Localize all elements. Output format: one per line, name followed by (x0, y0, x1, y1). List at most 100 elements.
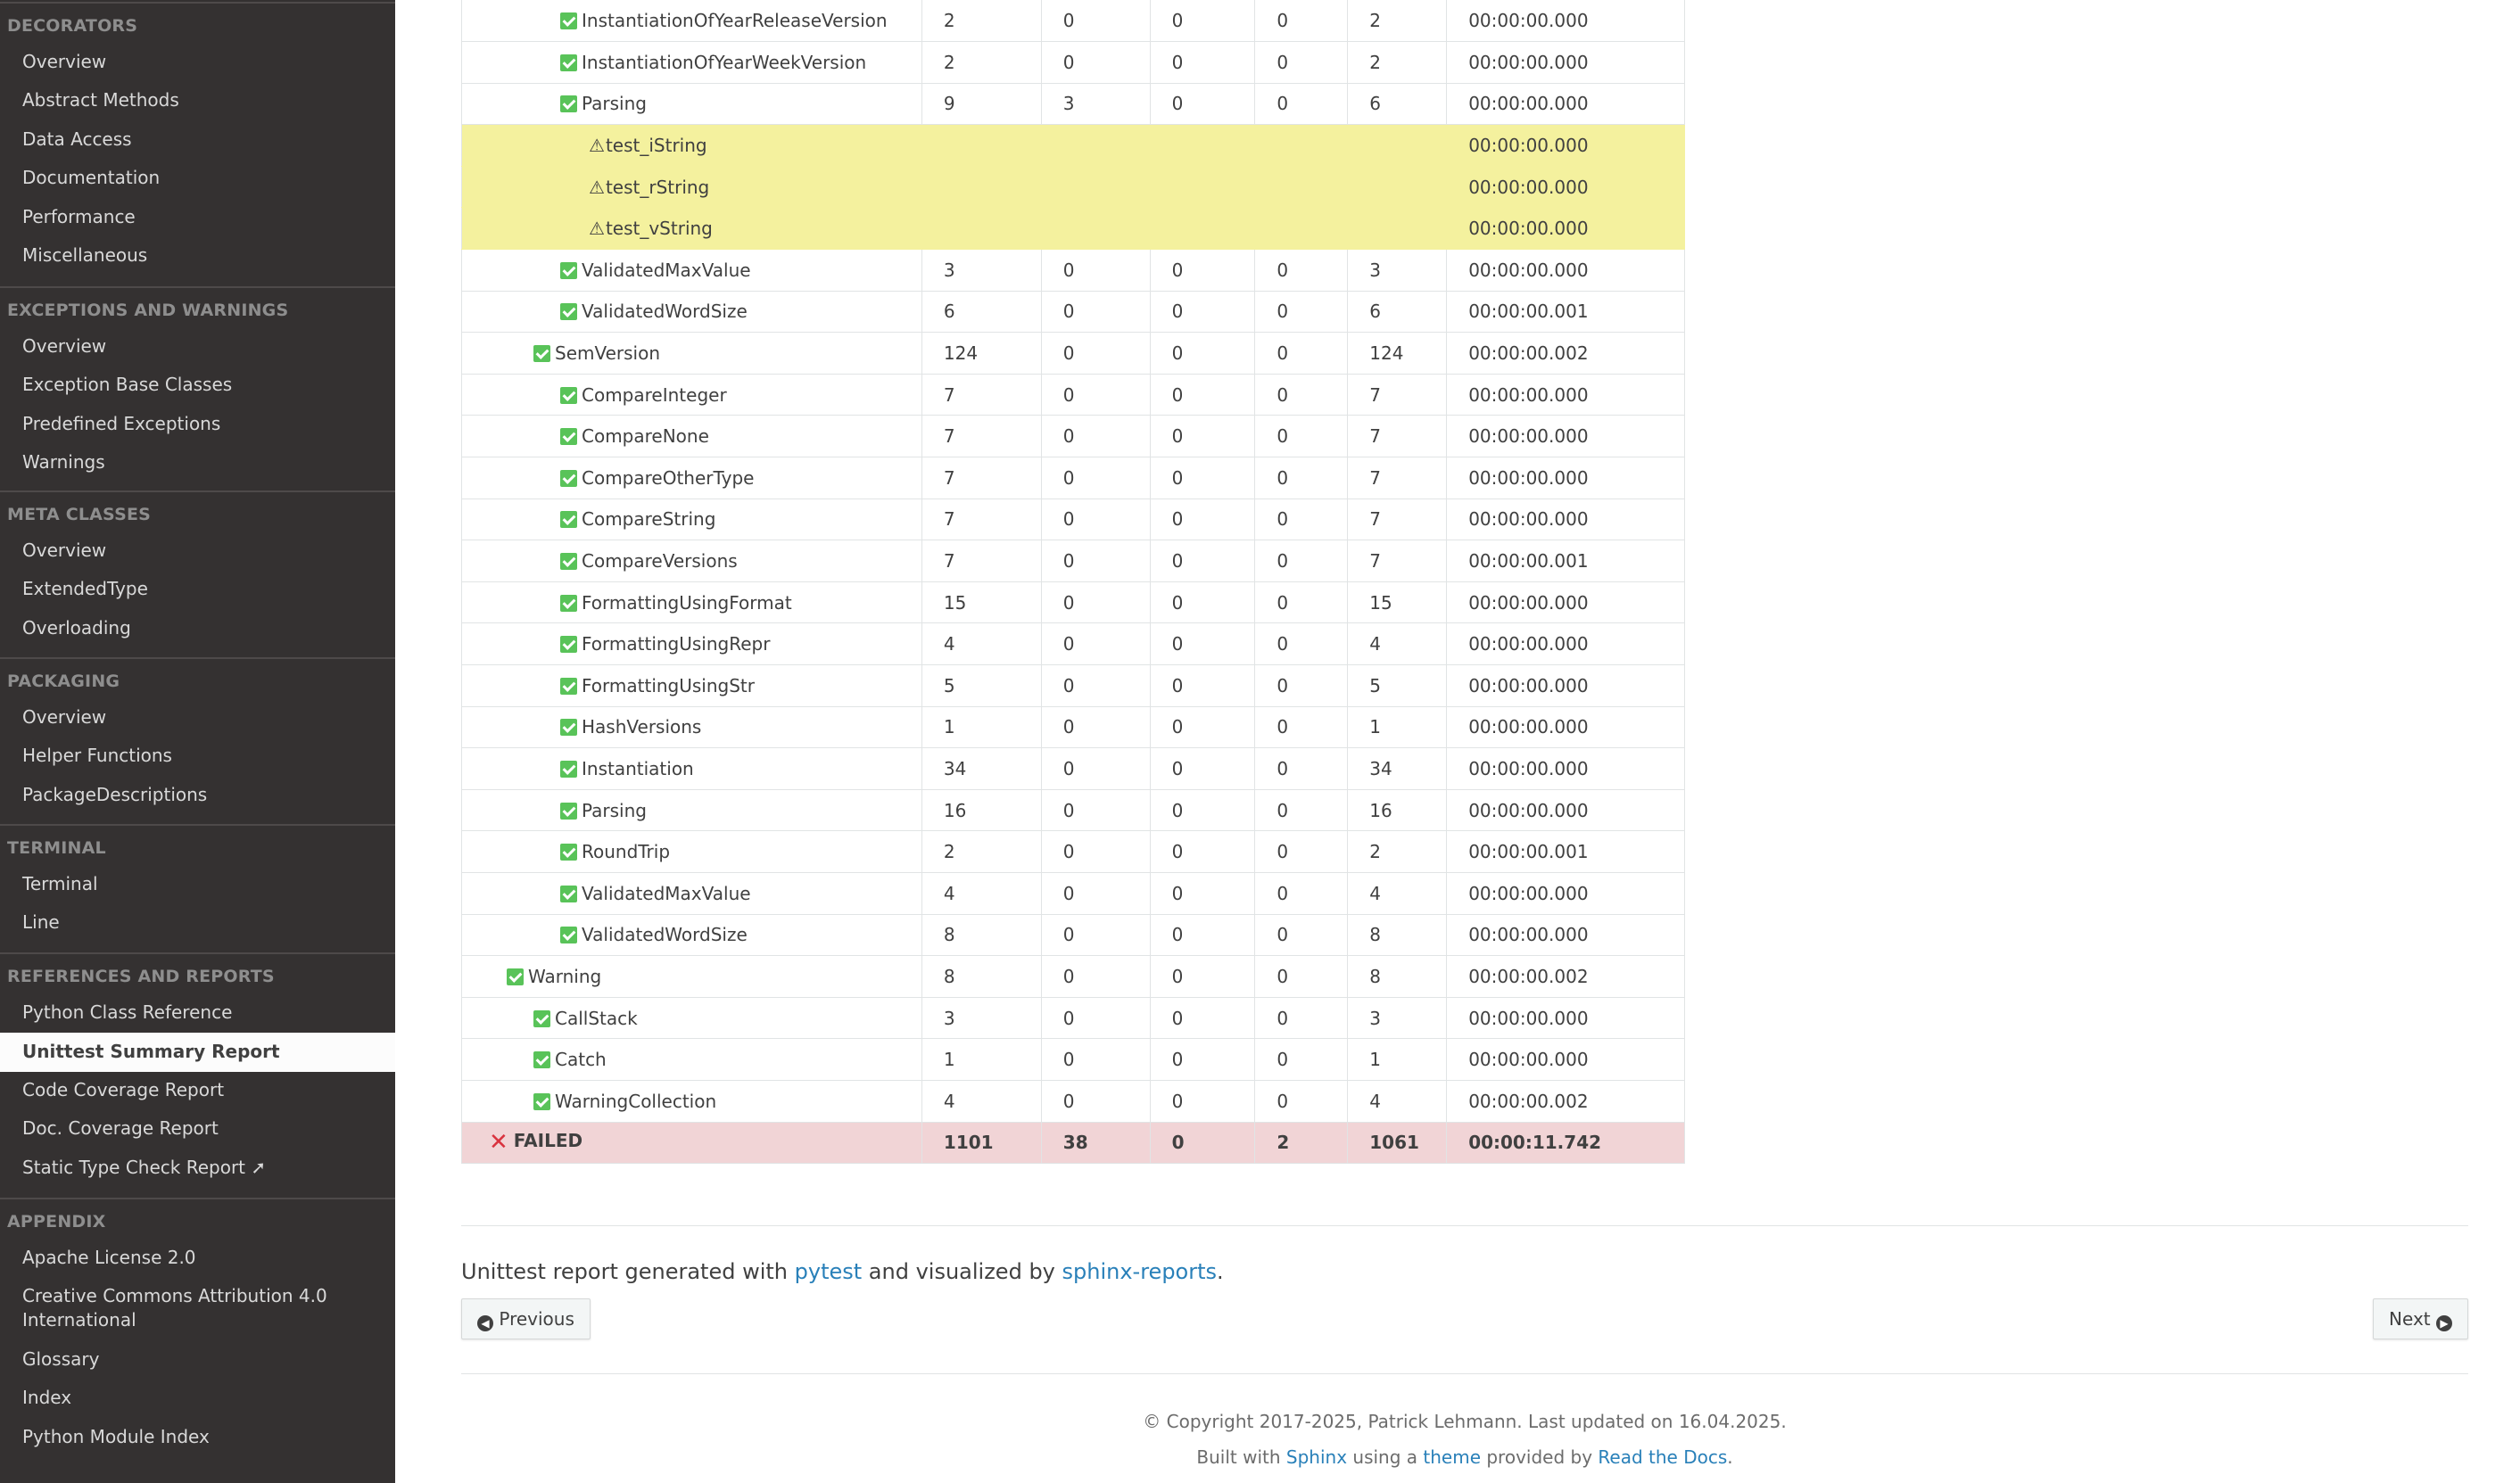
sidebar-item[interactable]: Abstract Methods (22, 88, 388, 112)
failed-cell: 0 (1254, 498, 1349, 541)
passed-cell: 2 (1347, 0, 1448, 43)
errored-cell: 0 (1150, 41, 1256, 84)
errored-cell: 0 (1150, 498, 1256, 541)
testcase-name-cell: FormattingUsingFormat (461, 581, 922, 624)
testcase-name-cell: ValidatedMaxValue (461, 872, 922, 915)
next-button[interactable]: Next ▶ (2373, 1298, 2468, 1339)
errored-cell (1150, 166, 1256, 209)
sidebar-item[interactable]: Predefined Exceptions (22, 412, 388, 436)
sidebar-item[interactable]: Python Class Reference (22, 1001, 388, 1025)
check-icon (560, 927, 577, 944)
tests-cell (921, 124, 1042, 167)
sidebar-item[interactable]: Static Type Check Report ➚ (22, 1156, 388, 1180)
failed-cell: 0 (1254, 249, 1349, 292)
duration-cell: 00:00:00.000 (1446, 789, 1685, 832)
failed-cell (1254, 166, 1349, 209)
duration-cell: 00:00:00.000 (1446, 1038, 1685, 1081)
failed-cell: 0 (1254, 872, 1349, 915)
sidebar-current-item[interactable]: Unittest Summary Report (0, 1033, 395, 1073)
errored-cell: 0 (1150, 83, 1256, 126)
read-the-docs-link[interactable]: Read the Docs (1598, 1446, 1727, 1468)
sphinx-link[interactable]: Sphinx (1286, 1446, 1347, 1468)
check-icon (560, 386, 577, 404)
skipped-cell: 0 (1041, 997, 1151, 1040)
sidebar-item[interactable]: Helper Functions (22, 744, 388, 768)
sidebar-item[interactable]: Documentation (22, 166, 388, 190)
skipped-cell: 0 (1041, 664, 1151, 707)
testcase-name: FormattingUsingStr (582, 674, 755, 696)
duration-cell: 00:00:00.001 (1446, 830, 1685, 873)
sidebar-item[interactable]: Line (22, 910, 388, 935)
sidebar-item[interactable]: Apache License 2.0 (22, 1246, 388, 1270)
theme-link[interactable]: theme (1423, 1446, 1481, 1468)
tests-cell: 15 (921, 581, 1042, 624)
tests-cell: 124 (921, 332, 1042, 375)
sidebar-item[interactable]: Performance (22, 205, 388, 229)
skipped-cell: 0 (1041, 415, 1151, 458)
tests-cell: 5 (921, 664, 1042, 707)
pytest-link[interactable]: pytest (795, 1259, 863, 1284)
sidebar-item[interactable]: Terminal (22, 872, 388, 896)
skipped-cell: 0 (1041, 249, 1151, 292)
table-row: WarningCollection 4 0 0 0 4 00:00:00.002 (461, 1080, 1685, 1123)
errored-cell (1150, 207, 1256, 251)
sidebar-item[interactable]: Miscellaneous (22, 243, 388, 268)
skipped-cell: 0 (1041, 1038, 1151, 1081)
sidebar-item[interactable]: Doc. Coverage Report (22, 1116, 388, 1141)
failed-cell: 0 (1254, 830, 1349, 873)
testcase-name: InstantiationOfYearWeekVersion (582, 51, 867, 73)
failed-cell: 0 (1254, 1080, 1349, 1123)
previous-button[interactable]: ◀ Previous (461, 1298, 591, 1339)
sidebar-item[interactable]: Index (22, 1386, 388, 1410)
testcase-name-cell: HashVersions (461, 706, 922, 749)
report-line-prefix: Unittest report generated with (461, 1259, 795, 1284)
sidebar-item[interactable]: Overloading (22, 616, 388, 640)
testcase-name: WarningCollection (555, 1090, 717, 1112)
sidebar-item[interactable]: Creative Commons Attribution 4.0 Interna… (22, 1284, 388, 1332)
sidebar-item[interactable]: ExtendedType (22, 577, 388, 601)
sidebar-item[interactable]: Overview (22, 334, 388, 358)
sidebar-item[interactable]: PackageDescriptions (22, 783, 388, 807)
report-divider (461, 1225, 2468, 1226)
testcase-name: CompareInteger (582, 383, 727, 406)
testcase-name: Warning (528, 965, 602, 987)
duration-cell: 00:00:00.000 (1446, 249, 1685, 292)
sidebar-caption-text: REFERENCES AND REPORTS (7, 967, 275, 986)
sidebar-item[interactable]: Python Module Index (22, 1425, 388, 1449)
sidebar-item[interactable]: Overview (22, 50, 388, 74)
failed-cell: 0 (1254, 955, 1349, 998)
testcase-name: FormattingUsingFormat (582, 591, 792, 614)
check-icon (507, 968, 524, 985)
unittest-summary-table: InstantiationOfYearReleaseVersion 2 0 0 0 2 00… (461, 0, 1685, 1165)
tests-cell: 7 (921, 374, 1042, 416)
sidebar-item[interactable]: Code Coverage Report (22, 1078, 388, 1102)
tests-cell: 4 (921, 872, 1042, 915)
failed-cell: 0 (1254, 374, 1349, 416)
sidebar-caption: PACKAGING (0, 657, 395, 691)
sidebar-item[interactable]: Exception Base Classes (22, 373, 388, 397)
tests-cell: 2 (921, 0, 1042, 43)
sidebar-item[interactable]: Data Access (22, 128, 388, 152)
testcase-name-cell: ⚠test_vString (461, 207, 922, 251)
sidebar-item[interactable]: Glossary (22, 1347, 388, 1372)
table-row: ✕ FAILED 1101 38 0 2 1061 00:00:11.742 (461, 1122, 1685, 1165)
duration-cell: 00:00:00.000 (1446, 706, 1685, 749)
sidebar-item[interactable]: Overview (22, 705, 388, 729)
skipped-cell: 0 (1041, 706, 1151, 749)
table-row: FormattingUsingFormat 15 0 0 0 15 00:00:00.000 (461, 581, 1685, 624)
sidebar-item[interactable]: Overview (22, 539, 388, 563)
tests-cell (921, 207, 1042, 251)
table-row: ValidatedWordSize 6 0 0 0 6 00:00:00.001 (461, 291, 1685, 334)
sidebar-caption-text: EXCEPTIONS AND WARNINGS (7, 301, 289, 320)
tests-cell: 8 (921, 914, 1042, 957)
sidebar-item[interactable]: Warnings (22, 450, 388, 474)
testcase-name: test_iString (605, 135, 707, 157)
table-row: CompareVersions 7 0 0 0 7 00:00:00.001 (461, 540, 1685, 582)
sphinx-reports-link[interactable]: sphinx-reports (1062, 1259, 1218, 1284)
warning-icon: ⚠ (589, 218, 605, 240)
sidebar-item[interactable]: Unittest Summary Report (22, 1040, 388, 1064)
skipped-cell: 0 (1041, 747, 1151, 790)
sidebar-caption: META CLASSES (0, 490, 395, 524)
failed-cell: 0 (1254, 291, 1349, 334)
passed-cell: 6 (1347, 83, 1448, 126)
